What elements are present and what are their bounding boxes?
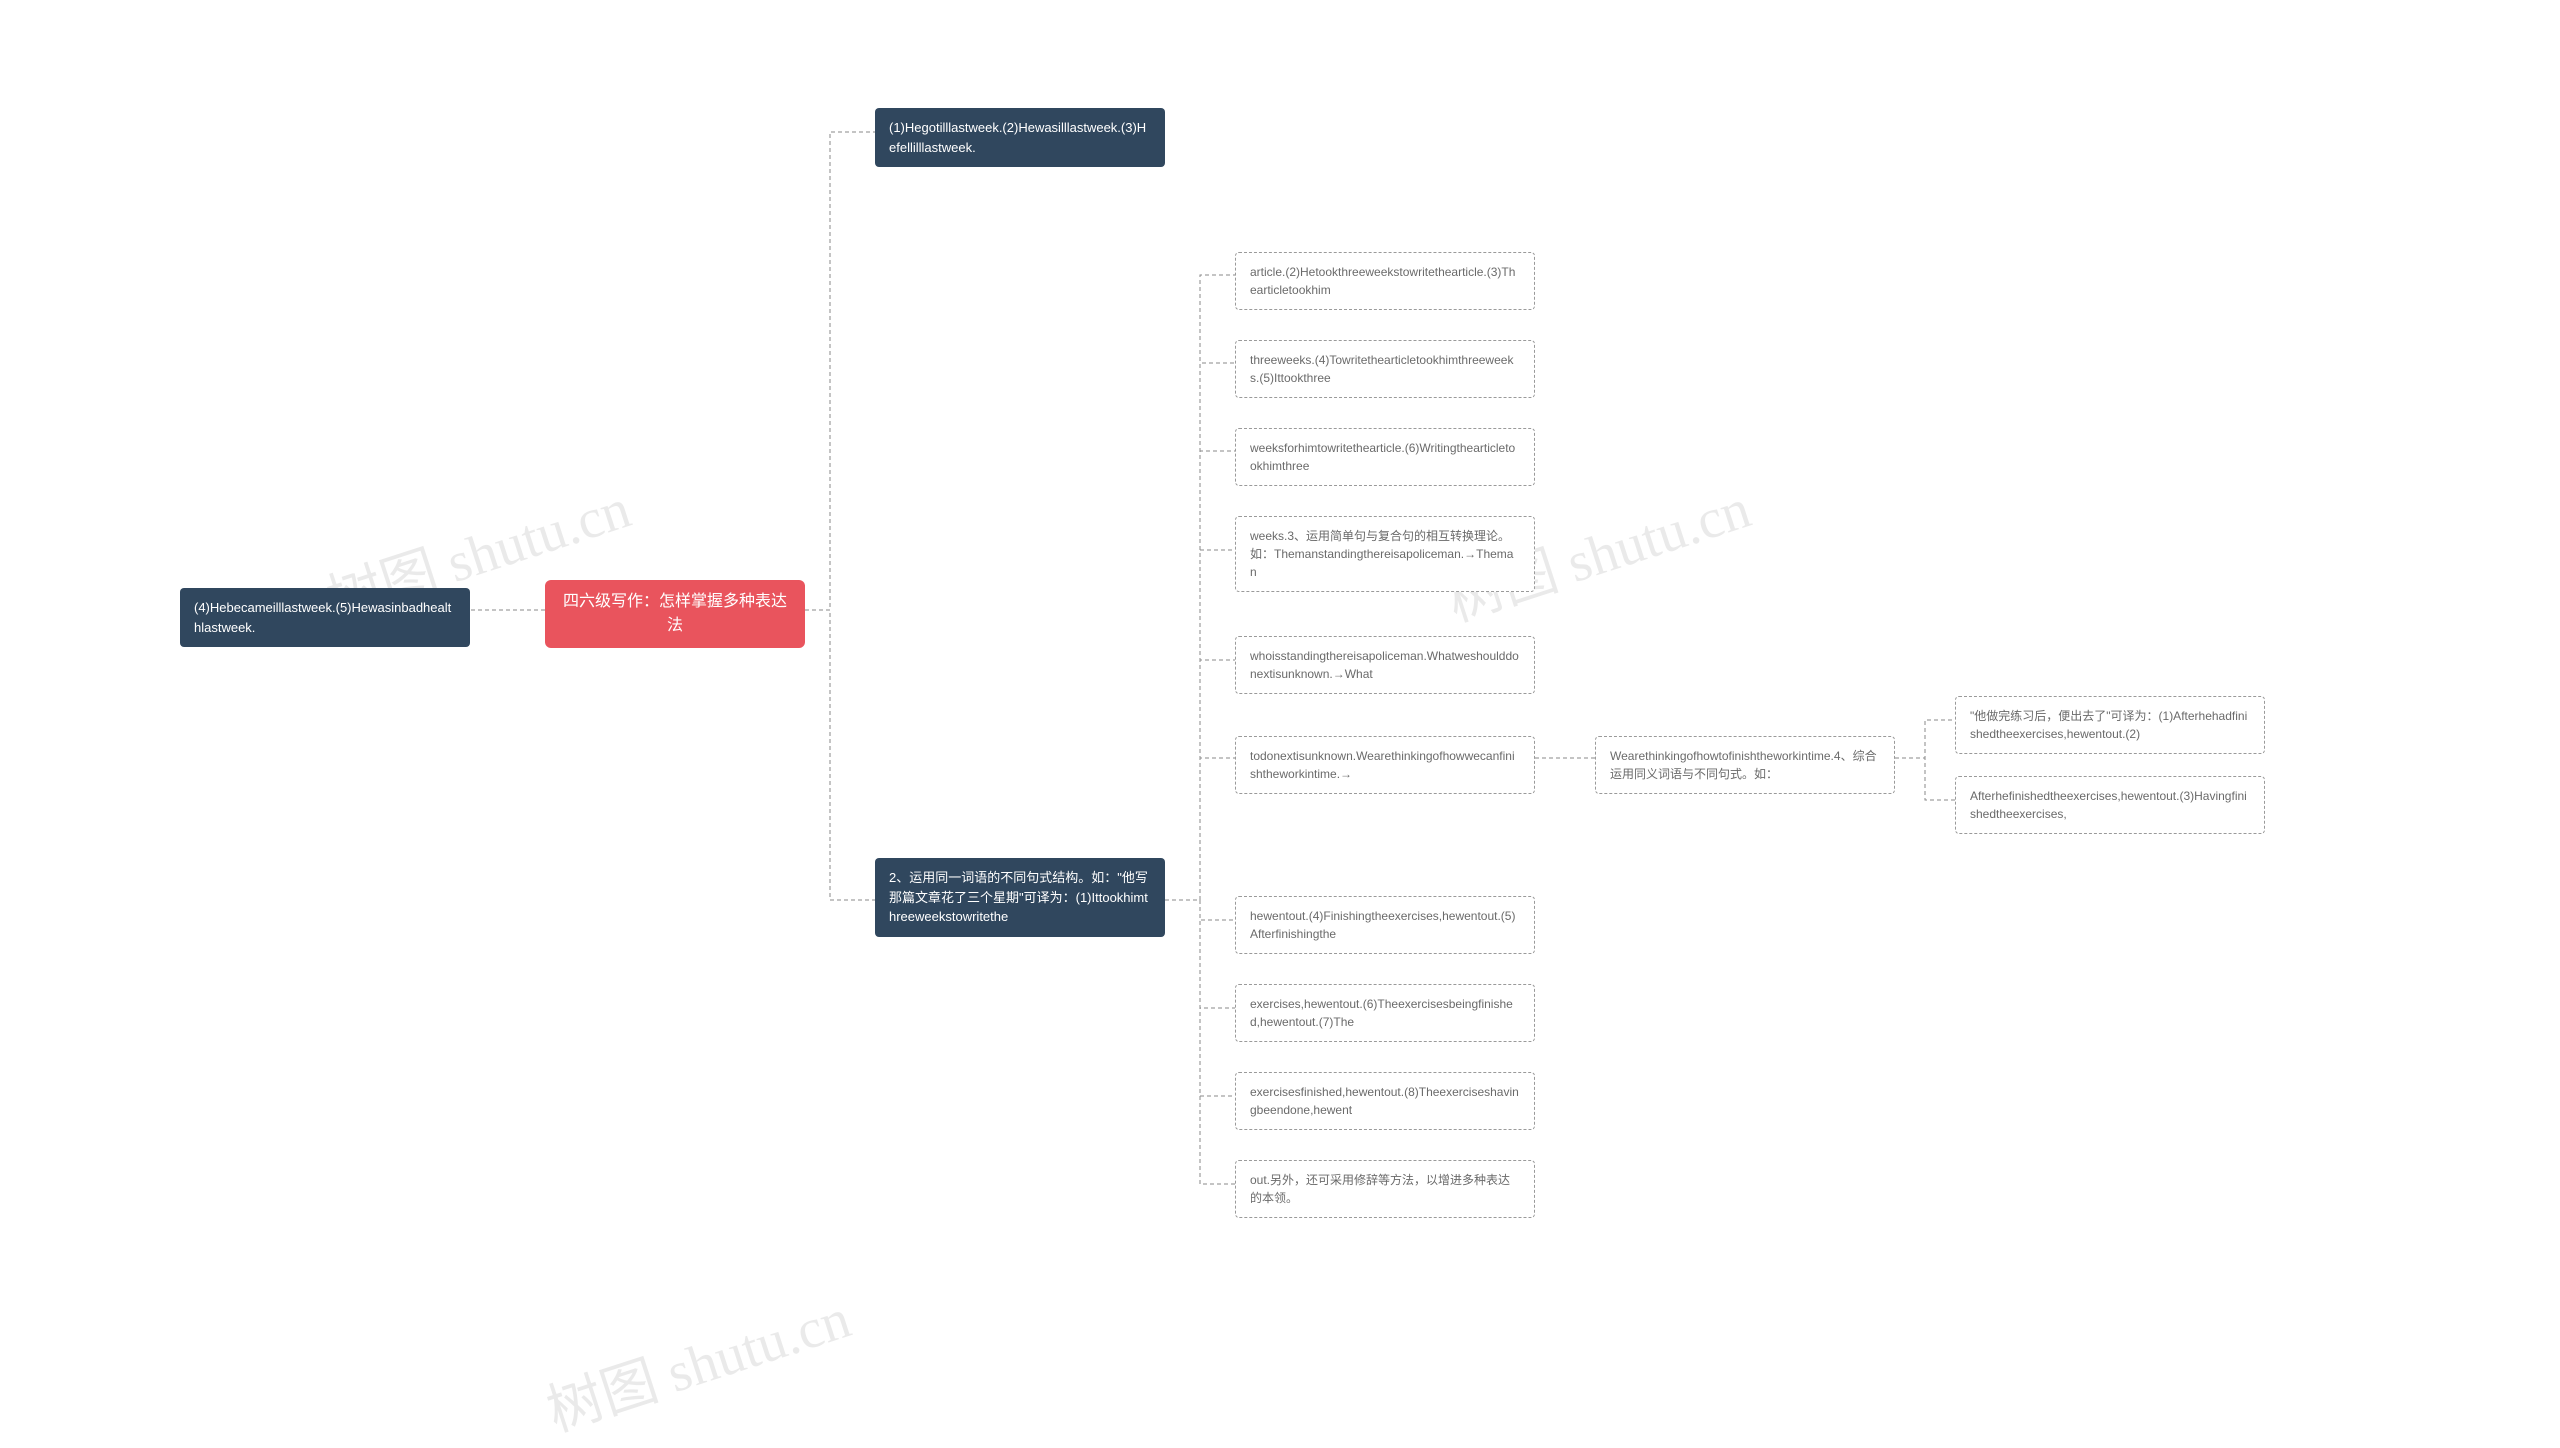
right-top-node[interactable]: (1)Hegotilllastweek.(2)Hewasilllastweek.… [875, 108, 1165, 167]
right-bottom-node[interactable]: 2、运用同一词语的不同句式结构。如："他写那篇文章花了三个星期"可译为：(1)I… [875, 858, 1165, 937]
leaf-node-3[interactable]: weeks.3、运用简单句与复合句的相互转换理论。如：Themanstandin… [1235, 516, 1535, 592]
leaf-node-7[interactable]: exercises,hewentout.(6)Theexercisesbeing… [1235, 984, 1535, 1042]
leaf-node-6[interactable]: hewentout.(4)Finishingtheexercises,hewen… [1235, 896, 1535, 954]
left-child-node[interactable]: (4)Hebecameilllastweek.(5)Hewasinbadheal… [180, 588, 470, 647]
leaf-node-0[interactable]: article.(2)Hetookthreeweekstowritetheart… [1235, 252, 1535, 310]
leaf-node-1[interactable]: threeweeks.(4)Towritethearticletookhimth… [1235, 340, 1535, 398]
leaf-node-5-grandchild-0[interactable]: "他做完练习后，便出去了"可译为：(1)Afterhehadfinishedth… [1955, 696, 2265, 754]
watermark-3: 树图 shutu.cn [535, 1273, 859, 1447]
root-node[interactable]: 四六级写作：怎样掌握多种表达法 [545, 580, 805, 648]
leaf-node-8[interactable]: exercisesfinished,hewentout.(8)Theexerci… [1235, 1072, 1535, 1130]
leaf-node-9[interactable]: out.另外，还可采用修辞等方法，以增进多种表达的本领。 [1235, 1160, 1535, 1218]
leaf-node-5-grandchild-1[interactable]: Afterhefinishedtheexercises,hewentout.(3… [1955, 776, 2265, 834]
leaf-node-4[interactable]: whoisstandingthereisapoliceman.Whatwesho… [1235, 636, 1535, 694]
leaf-node-5-child[interactable]: Wearethinkingofhowtofinishtheworkintime.… [1595, 736, 1895, 794]
leaf-node-5[interactable]: todonextisunknown.Wearethinkingofhowweca… [1235, 736, 1535, 794]
leaf-node-2[interactable]: weeksforhimtowritethearticle.(6)Writingt… [1235, 428, 1535, 486]
